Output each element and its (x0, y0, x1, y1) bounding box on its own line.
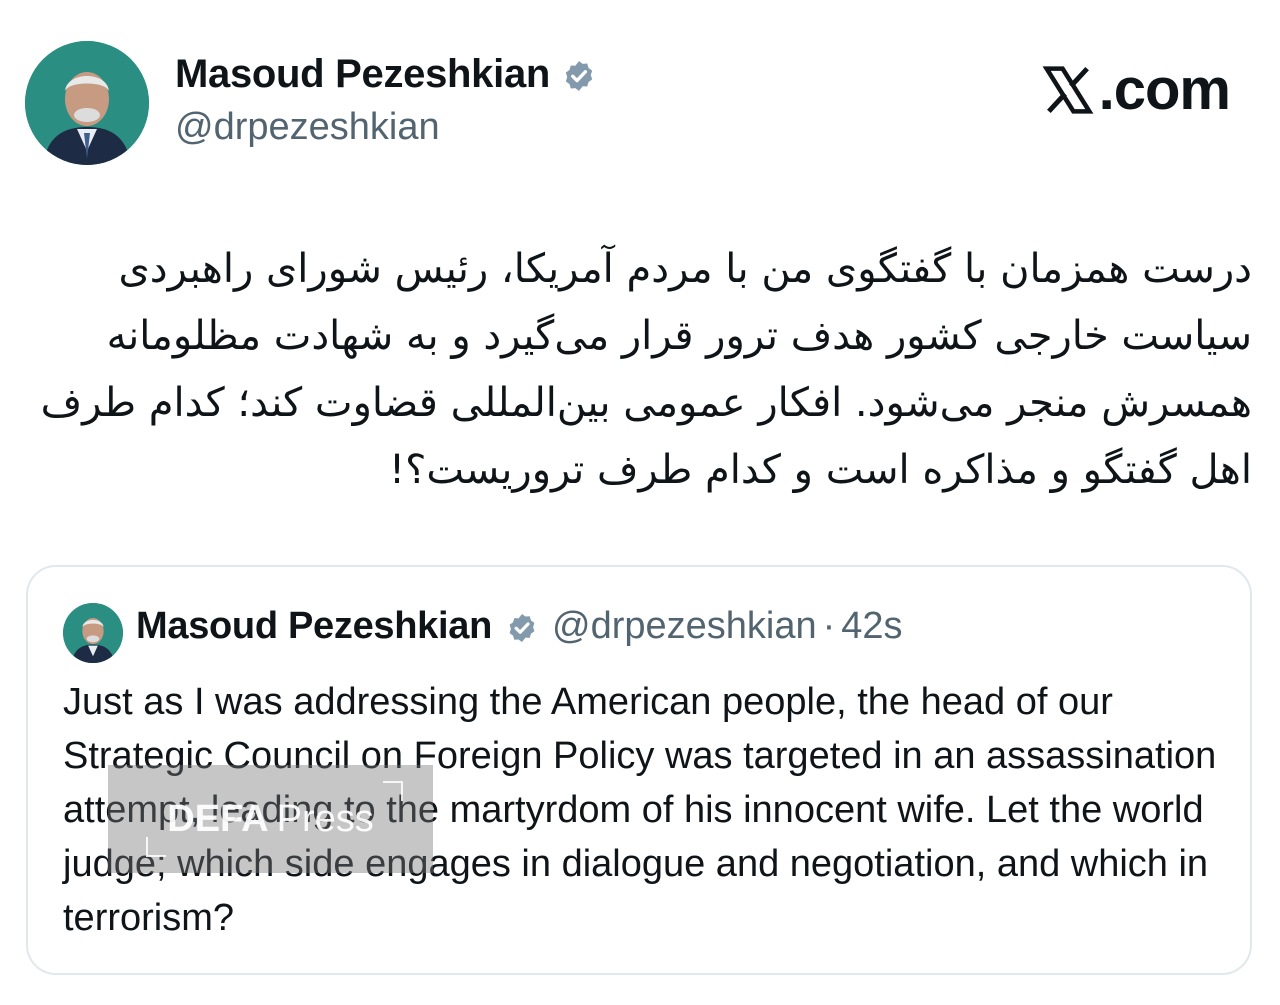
author-avatar-image (25, 41, 149, 165)
quote-author-avatar[interactable] (63, 603, 123, 663)
quote-author-handle[interactable]: @drpezeshkian (552, 605, 817, 648)
watermark: DEFA Press (108, 765, 433, 873)
watermark-corner-bottom-left (146, 837, 166, 857)
quote-header: Masoud Pezeshkian @drpezeshkian · 42s (136, 605, 903, 648)
brand-logo: .com (1041, 56, 1231, 123)
tweet-text: درست همزمان با گفتگوی من با مردم آمریکا،… (40, 246, 1252, 493)
author-handle[interactable]: @drpezeshkian (175, 106, 440, 149)
quote-avatar-image (63, 603, 123, 663)
watermark-label: Press (276, 797, 374, 840)
author-name[interactable]: Masoud Pezeshkian (175, 52, 550, 97)
quote-author-name[interactable]: Masoud Pezeshkian (136, 605, 492, 648)
author-avatar[interactable] (25, 41, 149, 165)
brand-label: .com (1098, 57, 1231, 122)
quote-timestamp[interactable]: 42s (841, 605, 902, 648)
verified-badge-icon (506, 611, 538, 643)
watermark-corner-top-right (383, 781, 403, 801)
verified-badge-icon (562, 58, 596, 92)
quote-separator: · (822, 605, 836, 647)
x-logo-icon (1042, 65, 1094, 114)
watermark-brand: DEFA (167, 797, 269, 840)
author-name-row[interactable]: Masoud Pezeshkian (175, 52, 596, 97)
